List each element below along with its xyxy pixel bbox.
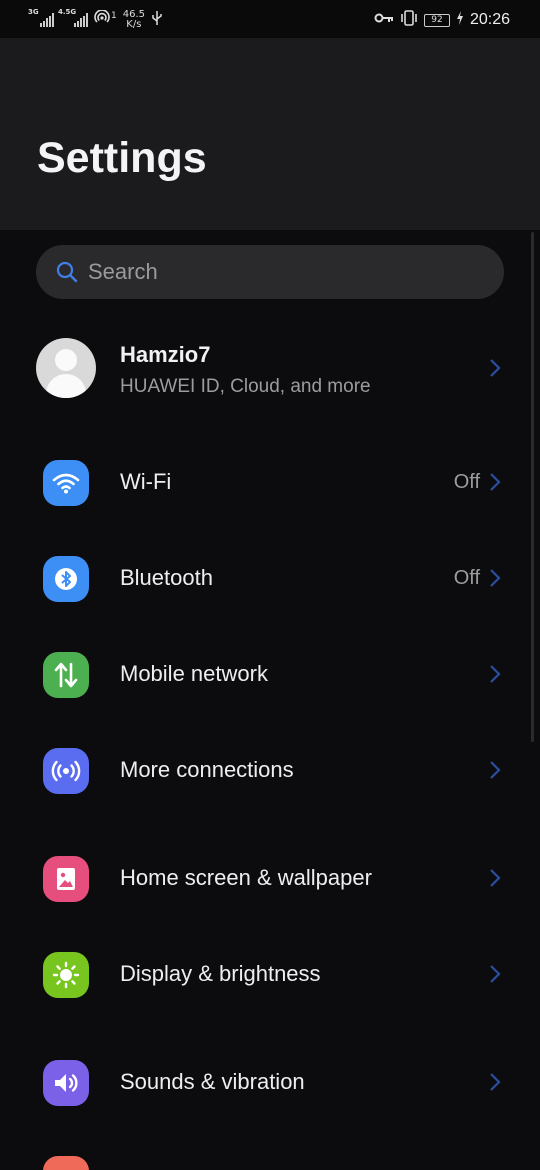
chevron-right-icon [490, 665, 501, 683]
vibrate-icon [400, 10, 418, 30]
settings-item-label: Sounds & vibration [120, 1069, 305, 1094]
settings-item-label: Bluetooth [120, 565, 213, 590]
search-bar[interactable] [36, 245, 504, 299]
usb-icon [151, 10, 163, 30]
chevron-right-icon [490, 761, 501, 779]
settings-item-display[interactable]: Display & brightness [0, 934, 540, 1014]
settings-item-bluetooth[interactable]: Bluetooth Off [0, 538, 540, 618]
chevron-right-icon [490, 869, 501, 887]
settings-item-wifi[interactable]: Wi-Fi Off [0, 442, 540, 522]
status-bar-right: 92 20:26 [374, 6, 510, 34]
avatar [36, 338, 96, 398]
search-icon [54, 259, 80, 285]
search-input[interactable] [88, 259, 468, 285]
scrollbar[interactable] [531, 232, 534, 742]
signal-3g-icon: 3G [28, 8, 54, 27]
settings-item-mobile-network[interactable]: Mobile network [0, 634, 540, 714]
sound-icon [43, 1060, 89, 1106]
chevron-right-icon [490, 359, 501, 377]
notifications-icon [43, 1156, 89, 1170]
status-bar-left: 3G 4.5G 1 46.5 K/s [28, 6, 163, 34]
settings-item-label: Wi-Fi [120, 469, 172, 494]
wallpaper-icon [43, 856, 89, 902]
hotspot-count: 1 [111, 11, 117, 21]
settings-item-label: Display & brightness [120, 961, 321, 986]
settings-item-label: Mobile network [120, 661, 268, 686]
chevron-right-icon [490, 473, 501, 491]
bluetooth-status: Off [453, 567, 480, 589]
battery-icon: 92 [423, 13, 450, 27]
settings-item-label: More connections [120, 757, 294, 782]
page-title: Settings [37, 134, 207, 182]
bluetooth-icon [43, 556, 89, 602]
settings-item-sounds[interactable]: Sounds & vibration [0, 1042, 540, 1122]
settings-item-more-connections[interactable]: More connections [0, 730, 540, 810]
settings-item-notifications-partial[interactable] [0, 1138, 540, 1170]
settings-item-label: Home screen & wallpaper [120, 865, 372, 890]
network-4g-label: 4.5G [58, 8, 77, 16]
account-subtitle: HUAWEI ID, Cloud, and more [120, 376, 371, 397]
clock: 20:26 [469, 11, 510, 28]
account-name: Hamzio7 [120, 342, 211, 367]
charging-icon [456, 11, 464, 29]
account-row[interactable]: Hamzio7 HUAWEI ID, Cloud, and more [0, 322, 540, 414]
vpn-key-icon [374, 12, 394, 28]
header: Settings [0, 38, 540, 230]
chevron-right-icon [490, 1073, 501, 1091]
speed-unit: K/s [126, 19, 142, 30]
wifi-status: Off [453, 471, 480, 493]
wifi-icon [43, 460, 89, 506]
chevron-right-icon [490, 569, 501, 587]
more-connections-icon [43, 748, 89, 794]
status-bar: 3G 4.5G 1 46.5 K/s 92 20:26 [0, 0, 540, 38]
settings-item-home-screen[interactable]: Home screen & wallpaper [0, 838, 540, 918]
hotspot-icon [94, 9, 110, 30]
brightness-icon [43, 952, 89, 998]
signal-4g-icon: 4.5G [58, 8, 88, 27]
mobile-data-icon [43, 652, 89, 698]
network-3g-label: 3G [28, 8, 39, 16]
chevron-right-icon [490, 965, 501, 983]
network-speed: 46.5 K/s [123, 10, 145, 30]
